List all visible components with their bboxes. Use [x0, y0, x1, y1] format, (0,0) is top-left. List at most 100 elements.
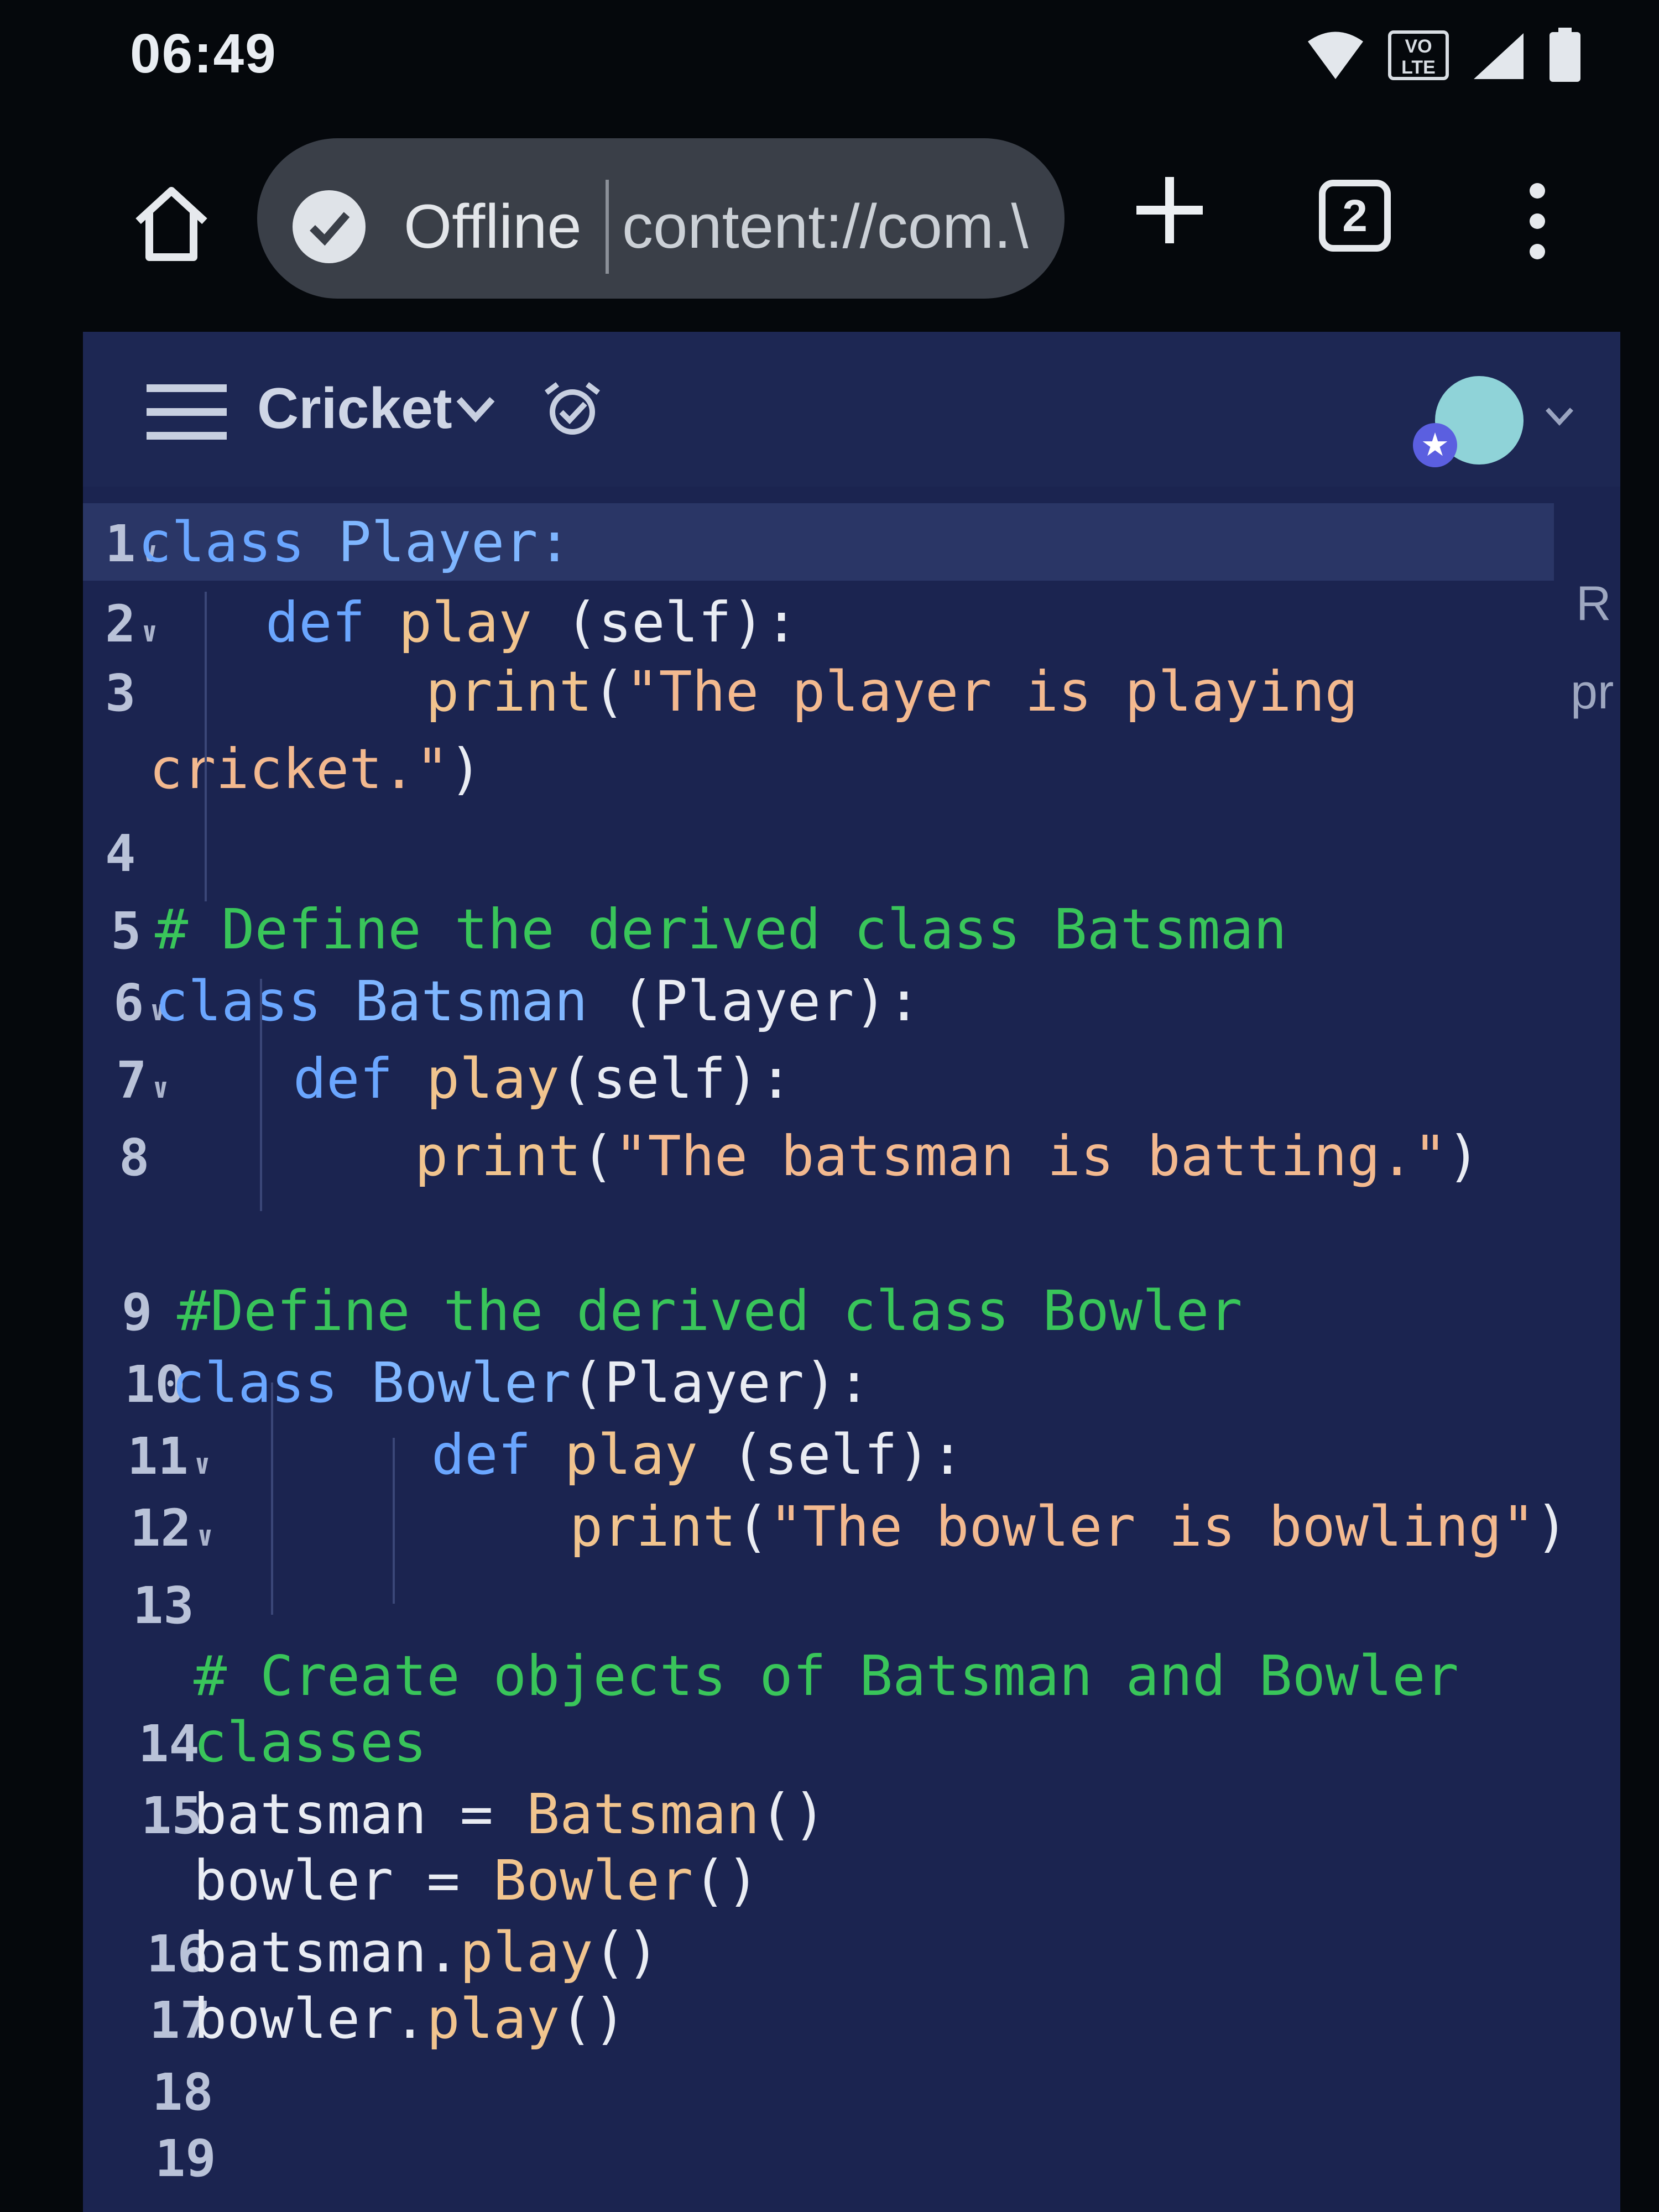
code-line[interactable]: class Batsman (Player):	[155, 969, 921, 1034]
code-line[interactable]: #Define the derived class Bowler	[177, 1279, 1243, 1343]
code-token: Bowler	[371, 1350, 571, 1415]
code-token: Batsman	[354, 969, 621, 1034]
code-token: # Create objects of Batsman and Bowler	[194, 1644, 1459, 1708]
volte-icon: VO LTE	[1388, 30, 1449, 80]
code-token: ()	[759, 1782, 826, 1846]
browser-toolbar: Offline content://com.\ 2	[0, 127, 1659, 310]
home-icon[interactable]	[130, 182, 213, 265]
line-number-text: 5	[111, 901, 142, 961]
code-token: (	[581, 1124, 615, 1188]
code-token: play	[426, 1046, 560, 1111]
line-number: 3	[105, 664, 135, 723]
code-token: play	[426, 1986, 560, 2051]
line-number: 2 ∨	[105, 594, 158, 654]
code-token: class	[155, 969, 355, 1034]
code-token: #Define the derived class Bowler	[177, 1279, 1243, 1343]
sync-status-icon[interactable]	[542, 382, 603, 437]
line-number-text: 13	[133, 1576, 194, 1635]
line-number: 8	[119, 1128, 149, 1187]
chevron-down-icon[interactable]	[453, 393, 498, 426]
code-token: )	[448, 737, 483, 801]
code-token: (	[592, 659, 626, 724]
line-number: 5	[111, 901, 141, 961]
line-number-text: 9	[122, 1283, 153, 1342]
more-menu-icon[interactable]	[1515, 180, 1559, 263]
line-number-text: 19	[155, 2129, 216, 2188]
code-token: print	[426, 659, 593, 724]
url-text[interactable]: content://com.\	[622, 191, 1053, 262]
code-token: bowler	[194, 1848, 427, 1913]
code-token: cricket."	[149, 737, 449, 801]
indent-guide	[271, 1383, 273, 1615]
code-token: class	[138, 510, 338, 575]
code-token: def	[293, 1046, 426, 1111]
code-line[interactable]: bowler.play()	[194, 1986, 627, 2051]
code-line[interactable]: bowler = Bowler()	[194, 1848, 760, 1913]
side-panel-hint: R	[1576, 576, 1611, 630]
fold-toggle-icon[interactable]: ∨	[152, 1072, 169, 1104]
line-number: 18	[152, 2063, 213, 2122]
code-line[interactable]: class Bowler(Player):	[171, 1350, 870, 1415]
code-token: bowler.	[194, 1986, 427, 2051]
fold-toggle-icon[interactable]: ∨	[141, 616, 158, 648]
line-number-text: 12	[130, 1499, 191, 1558]
code-editor-app: Cricket ★ 1 ∨ class Player: 2 ∨ def play (sel…	[83, 332, 1620, 2212]
code-line[interactable]: batsman.play()	[194, 1920, 660, 1985]
hamburger-menu-icon[interactable]	[147, 382, 227, 442]
code-line[interactable]: def play(self):	[293, 1046, 792, 1111]
line-number-text: 11	[127, 1427, 189, 1486]
line-number: 13	[133, 1576, 194, 1635]
code-token: "The player is playing	[625, 659, 1358, 724]
status-bar: 06:49 VO LTE	[0, 0, 1659, 122]
code-editor[interactable]: 1 ∨ class Player: 2 ∨ def play (self): 3 print(…	[83, 498, 1620, 2212]
code-line[interactable]: cricket.")	[149, 737, 482, 801]
line-number-text: 7	[116, 1051, 147, 1110]
status-time: 06:49	[130, 23, 277, 85]
line-number-text: 14	[138, 1714, 200, 1773]
line-number-text: 8	[119, 1128, 150, 1187]
code-token: # Define the derived class Batsman	[155, 897, 1287, 962]
tab-switcher-button[interactable]: 2	[1319, 180, 1391, 252]
code-line[interactable]: print("The bowler is bowling")	[570, 1494, 1568, 1559]
code-token: (Player):	[571, 1350, 871, 1415]
code-line[interactable]: def play (self):	[431, 1422, 964, 1487]
code-token: print	[415, 1124, 582, 1188]
code-token: Bowler	[493, 1848, 693, 1913]
indent-guide	[393, 1438, 395, 1604]
fold-toggle-icon[interactable]: ∨	[197, 1520, 213, 1552]
code-token: "The batsman is batting."	[614, 1124, 1447, 1188]
code-token: play	[398, 590, 565, 655]
code-token: batsman.	[194, 1920, 460, 1985]
line-number: 11 ∨	[127, 1427, 211, 1486]
account-chevron-icon[interactable]	[1543, 404, 1576, 429]
code-token: Player:	[338, 510, 571, 575]
address-bar[interactable]: Offline content://com.\	[257, 138, 1065, 299]
project-name[interactable]: Cricket	[257, 376, 452, 442]
code-line[interactable]: batsman = Batsman()	[194, 1782, 826, 1846]
line-number-text: 18	[152, 2063, 213, 2122]
code-token: (self):	[559, 1046, 793, 1111]
phone-screen: 06:49 VO LTE Offline content://com.\ 2 C…	[0, 0, 1659, 2212]
line-number-text: 3	[105, 664, 136, 723]
code-token: ()	[593, 1920, 660, 1985]
code-line[interactable]: def play (self):	[265, 590, 798, 655]
battery-icon	[1550, 28, 1580, 82]
offline-label: Offline	[404, 192, 582, 261]
side-panel-hint: pr	[1571, 664, 1614, 719]
line-number: 7 ∨	[116, 1051, 169, 1110]
code-line[interactable]: print("The batsman is batting.")	[415, 1124, 1480, 1188]
indent-guide	[205, 592, 207, 901]
app-header: Cricket ★	[83, 332, 1620, 487]
code-line[interactable]: # Define the derived class Batsman	[155, 897, 1287, 962]
code-line[interactable]: print("The player is playing	[426, 659, 1358, 724]
code-token: (self):	[565, 590, 799, 655]
code-token: play	[564, 1422, 731, 1487]
code-line[interactable]: # Create objects of Batsman and Bowler	[194, 1644, 1459, 1708]
line-number: 12 ∨	[130, 1499, 213, 1558]
new-tab-icon[interactable]	[1131, 171, 1208, 249]
code-line[interactable]: classes	[194, 1710, 426, 1775]
fold-toggle-icon[interactable]: ∨	[194, 1448, 211, 1480]
code-token: def	[265, 590, 399, 655]
code-token: ()	[560, 1986, 627, 2051]
code-line[interactable]: class Player:	[138, 510, 571, 575]
